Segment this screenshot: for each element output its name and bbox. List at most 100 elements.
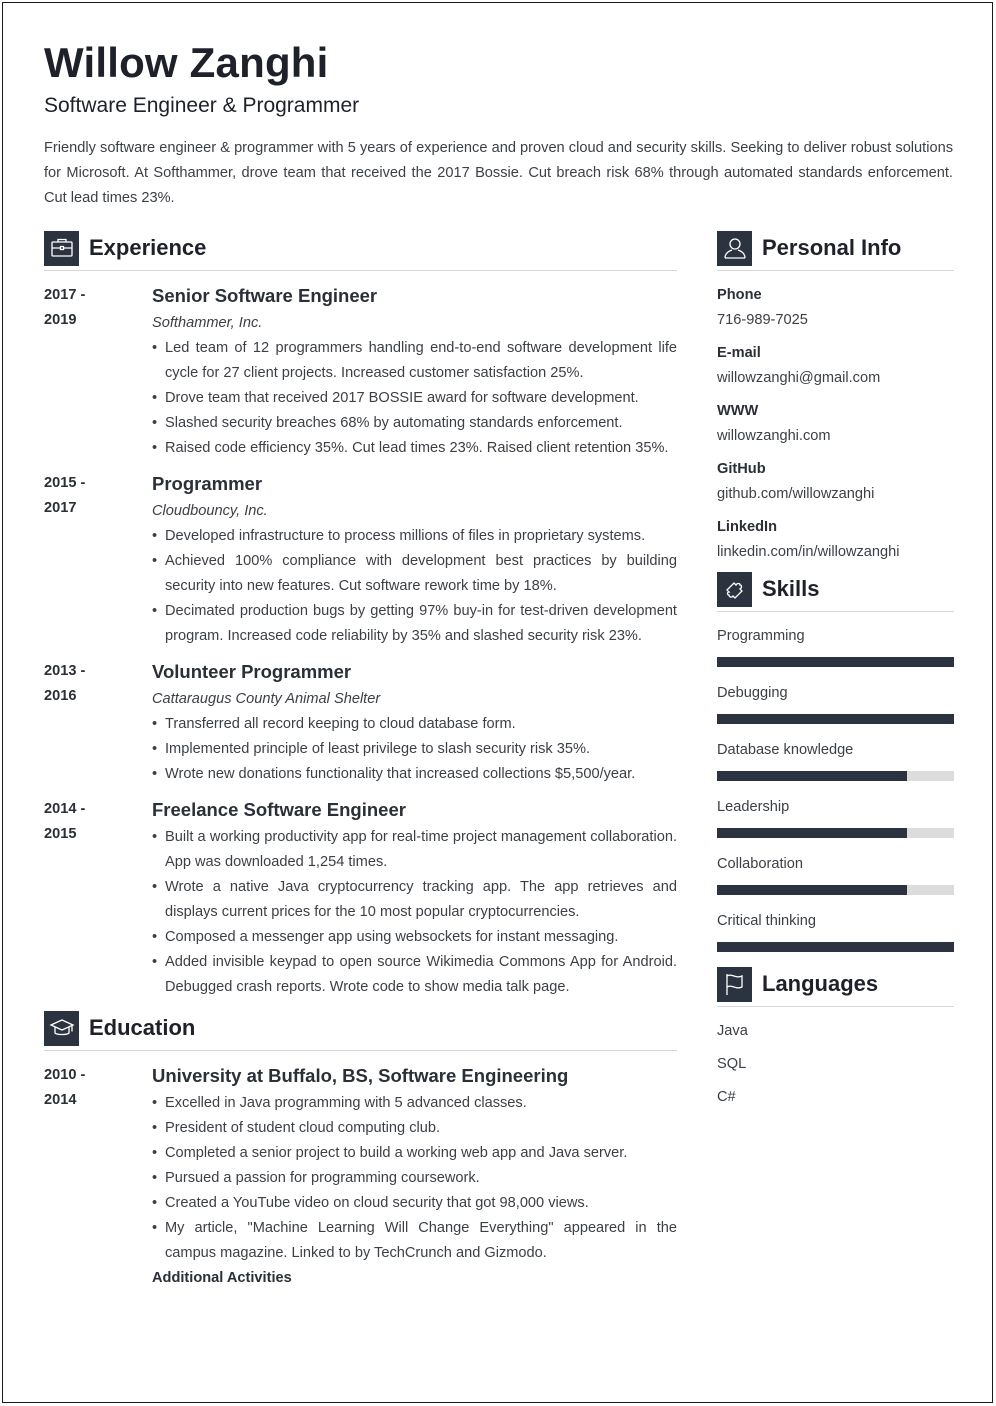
entry-title: Freelance Software Engineer — [152, 799, 406, 820]
bullet-item: Composed a messenger app using websocket… — [152, 925, 677, 950]
skill-item: Programming — [717, 624, 954, 667]
bullet-item: Achieved 100% compliance with developmen… — [152, 549, 677, 599]
languages-section-header: Languages — [717, 966, 954, 1007]
experience-entry: 2017 - 2019 Senior Software Engineer Softha… — [44, 283, 677, 461]
skill-name: Programming — [717, 628, 805, 644]
entry-body: University at Buffalo, BS, Software Engi… — [152, 1063, 677, 1291]
experience-section-header: Experience — [44, 230, 677, 271]
entry-title: Programmer — [152, 473, 263, 494]
languages-heading: Languages — [762, 971, 879, 996]
bullet-item: Built a working productivity app for rea… — [152, 825, 677, 875]
entry-dates: 2010 - 2014 — [44, 1063, 152, 1291]
github-label: GitHub — [717, 461, 766, 477]
bullet-item: Slashed security breaches 68% by automat… — [152, 411, 677, 436]
entry-bullets: Excelled in Java programming with 5 adva… — [152, 1091, 677, 1266]
personal-info-section-header: Personal Info — [717, 230, 954, 271]
experience-entry: 2014 - 2015 Freelance Software Engineer Bui… — [44, 797, 677, 1000]
candidate-name: Willow Zanghi — [44, 39, 329, 86]
personal-info-heading: Personal Info — [762, 235, 902, 260]
puzzle-icon — [717, 571, 752, 607]
summary-paragraph: Friendly software engineer & programmer … — [44, 140, 953, 206]
bullet-item: President of student cloud computing clu… — [152, 1116, 677, 1141]
entry-dates: 2013 - 2016 — [44, 659, 152, 787]
language-item: C# — [717, 1089, 736, 1105]
email-value: willowzanghi@gmail.com — [717, 370, 881, 386]
user-icon — [717, 230, 752, 266]
skill-item: Leadership — [717, 795, 954, 838]
experience-heading: Experience — [89, 235, 207, 260]
entry-organization: Softhammer, Inc. — [152, 315, 263, 331]
bullet-item: My article, "Machine Learning Will Chang… — [152, 1216, 677, 1266]
skill-level-bar — [717, 771, 954, 781]
bullet-item: Wrote new donations functionality that i… — [152, 762, 677, 787]
entry-body: Senior Software Engineer Softhammer, Inc.… — [152, 283, 677, 461]
entry-dates: 2017 - 2019 — [44, 283, 152, 461]
entry-body: Freelance Software Engineer Built a worki… — [152, 797, 677, 1000]
skill-level-fill — [717, 828, 907, 838]
date-start: 2015 - — [44, 475, 86, 491]
education-heading: Education — [89, 1015, 196, 1040]
entry-bullets: Built a working productivity app for rea… — [152, 825, 677, 1000]
skills-list: Programming Debugging Database knowledge Le… — [717, 624, 954, 952]
skill-item: Collaboration — [717, 852, 954, 895]
languages-list: Java SQL C# — [717, 1019, 954, 1110]
entry-body: Volunteer Programmer Cattaraugus County A… — [152, 659, 677, 787]
www-value: willowzanghi.com — [717, 428, 831, 444]
bullet-item: Drove team that received 2017 BOSSIE awa… — [152, 386, 677, 411]
language-item: Java — [717, 1023, 748, 1039]
skill-level-bar — [717, 657, 954, 667]
date-end: 2014 — [44, 1092, 77, 1108]
entry-title: University at Buffalo, BS, Software Engi… — [152, 1065, 569, 1086]
bullet-item: Completed a senior project to build a wo… — [152, 1141, 677, 1166]
bullet-item: Transferred all record keeping to cloud … — [152, 712, 677, 737]
bullet-item: Implemented principle of least privilege… — [152, 737, 677, 762]
skill-name: Debugging — [717, 685, 788, 701]
bullet-item: Pursued a passion for programming course… — [152, 1166, 677, 1191]
bullet-item: Added invisible keypad to open source Wi… — [152, 950, 677, 1000]
experience-entry: 2013 - 2016 Volunteer Programmer Cattaraugu… — [44, 659, 677, 787]
date-start: 2017 - — [44, 287, 86, 303]
skill-name: Collaboration — [717, 856, 803, 872]
www-label: WWW — [717, 403, 759, 419]
resume-page: Willow Zanghi Software Engineer & Progra… — [2, 2, 993, 1403]
linkedin-label: LinkedIn — [717, 519, 777, 535]
bullet-item: Developed infrastructure to process mill… — [152, 524, 677, 549]
skill-level-bar — [717, 942, 954, 952]
entry-dates: 2014 - 2015 — [44, 797, 152, 1000]
bullet-item: Raised code efficiency 35%. Cut lead tim… — [152, 436, 677, 461]
additional-activities-label: Additional Activities — [152, 1270, 292, 1286]
date-start: 2014 - — [44, 801, 86, 817]
linkedin-value: linkedin.com/in/willowzanghi — [717, 544, 900, 560]
skill-level-fill — [717, 714, 954, 724]
education-entry: 2010 - 2014 University at Buffalo, BS, Sof… — [44, 1063, 677, 1291]
skill-name: Critical thinking — [717, 913, 816, 929]
entry-dates: 2015 - 2017 — [44, 471, 152, 649]
entry-organization: Cloudbouncy, Inc. — [152, 503, 268, 519]
entry-organization: Cattaraugus County Animal Shelter — [152, 691, 381, 707]
candidate-title: Software Engineer & Programmer — [44, 94, 360, 117]
skill-level-bar — [717, 714, 954, 724]
right-column: Personal Info Phone 716-989-7025 E-mail wil… — [717, 230, 954, 1118]
graduation-cap-icon — [44, 1010, 79, 1046]
phone-value: 716-989-7025 — [717, 312, 808, 328]
education-section-header: Education — [44, 1010, 677, 1051]
experience-entry: 2015 - 2017 Programmer Cloudbouncy, Inc. Dev… — [44, 471, 677, 649]
skill-level-bar — [717, 885, 954, 895]
skill-item: Debugging — [717, 681, 954, 724]
education-list: 2010 - 2014 University at Buffalo, BS, Sof… — [44, 1063, 677, 1291]
skills-section-header: Skills — [717, 571, 954, 612]
github-value: github.com/willowzanghi — [717, 486, 875, 502]
skill-item: Database knowledge — [717, 738, 954, 781]
date-start: 2013 - — [44, 663, 86, 679]
skill-level-fill — [717, 942, 954, 952]
language-item: SQL — [717, 1056, 747, 1072]
entry-bullets: Transferred all record keeping to cloud … — [152, 712, 677, 787]
date-end: 2017 — [44, 500, 77, 516]
bullet-item: Decimated production bugs by getting 97%… — [152, 599, 677, 649]
bullet-item: Led team of 12 programmers handling end-… — [152, 336, 677, 386]
skill-level-bar — [717, 828, 954, 838]
skill-level-fill — [717, 657, 954, 667]
entry-bullets: Developed infrastructure to process mill… — [152, 524, 677, 649]
date-start: 2010 - — [44, 1067, 86, 1083]
date-end: 2015 — [44, 826, 77, 842]
